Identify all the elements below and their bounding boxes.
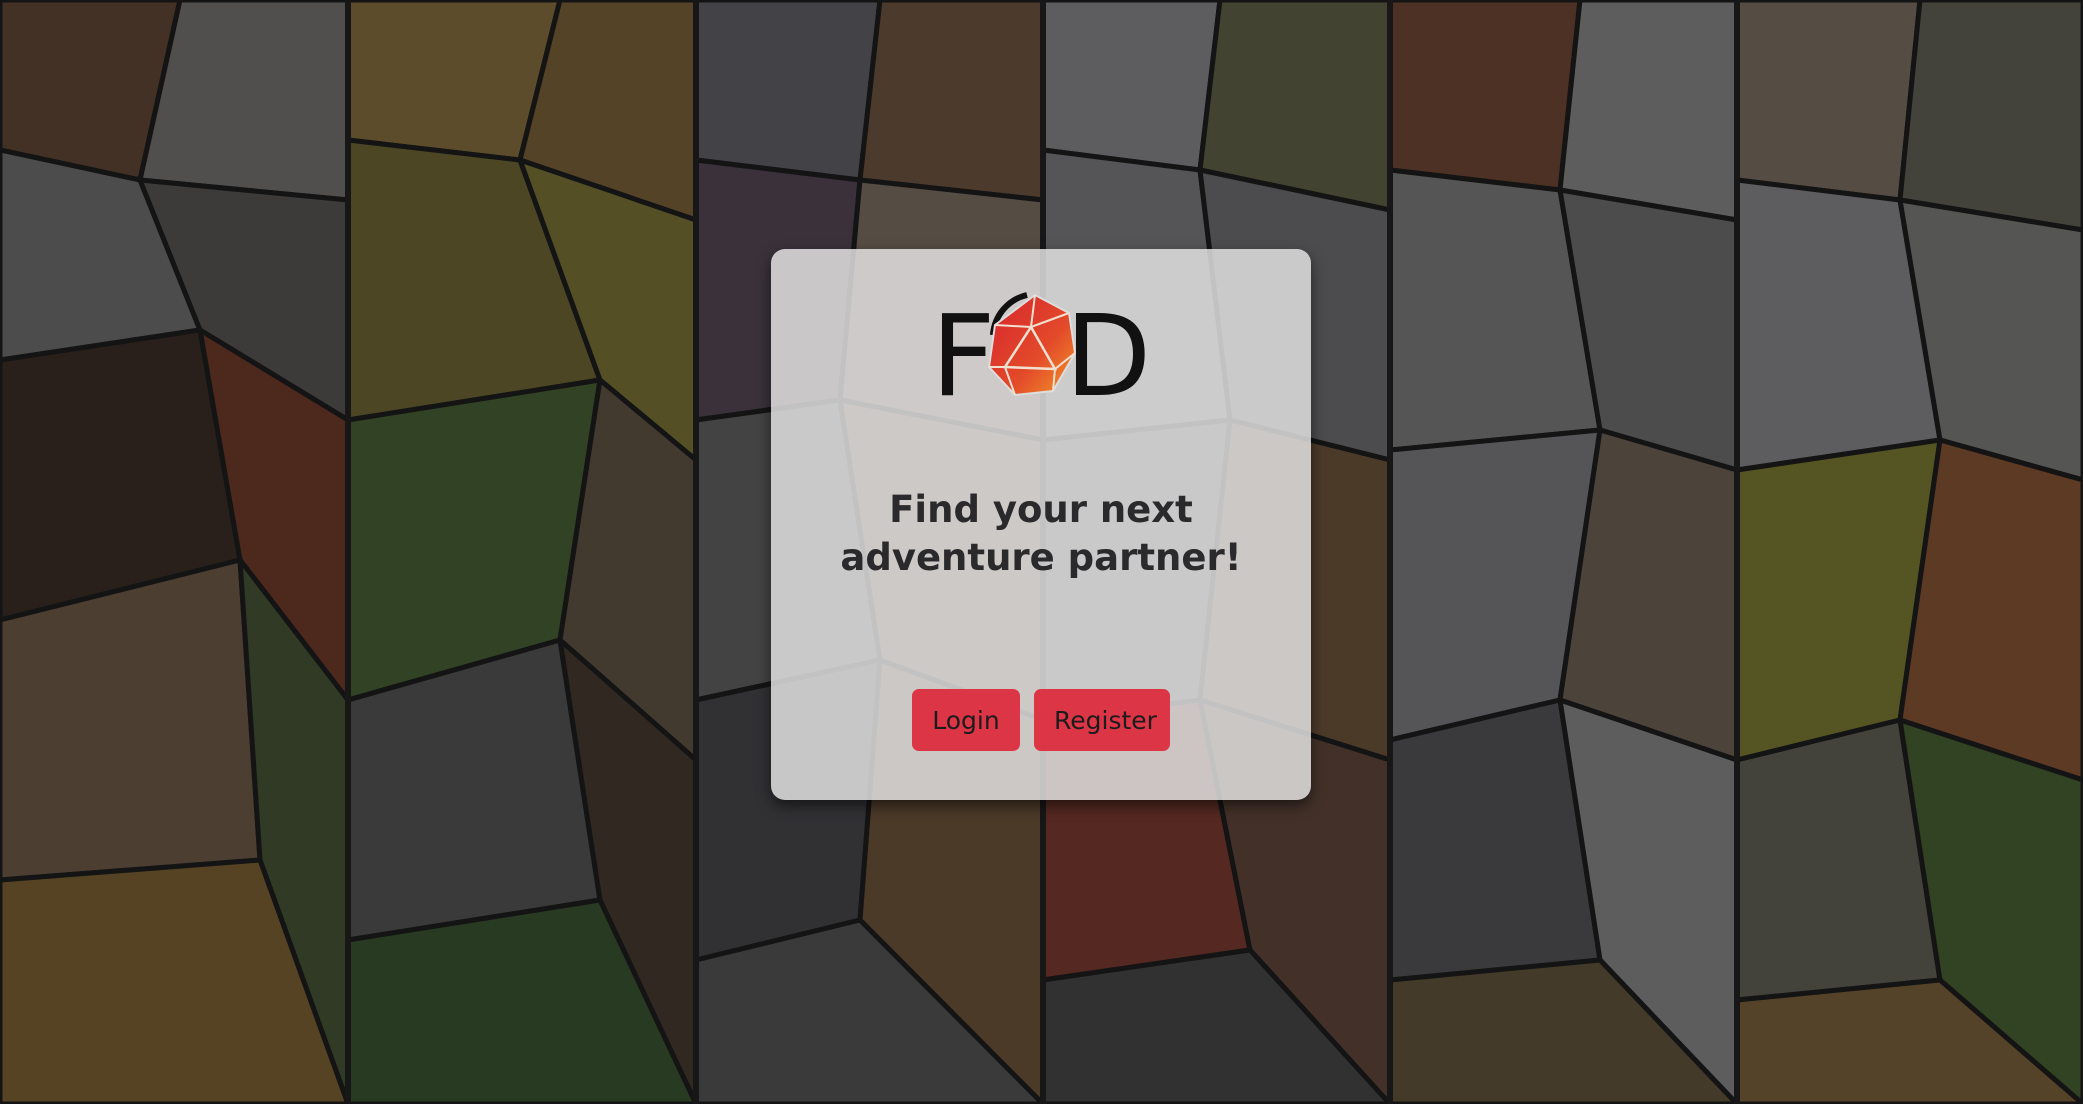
auth-actions: Login Register [771, 689, 1311, 751]
d20-dice-icon [987, 292, 1077, 397]
logo-letter-f: F [931, 292, 995, 407]
login-button[interactable]: Login [912, 689, 1020, 751]
app-logo: F D [931, 287, 1151, 422]
register-button[interactable]: Register [1034, 689, 1170, 751]
logo-letter-d: D [1065, 292, 1151, 407]
hero-headline: Find your next adventure partner! [840, 488, 1242, 579]
welcome-card: F D Find your next adventure partner! Lo… [771, 249, 1311, 800]
